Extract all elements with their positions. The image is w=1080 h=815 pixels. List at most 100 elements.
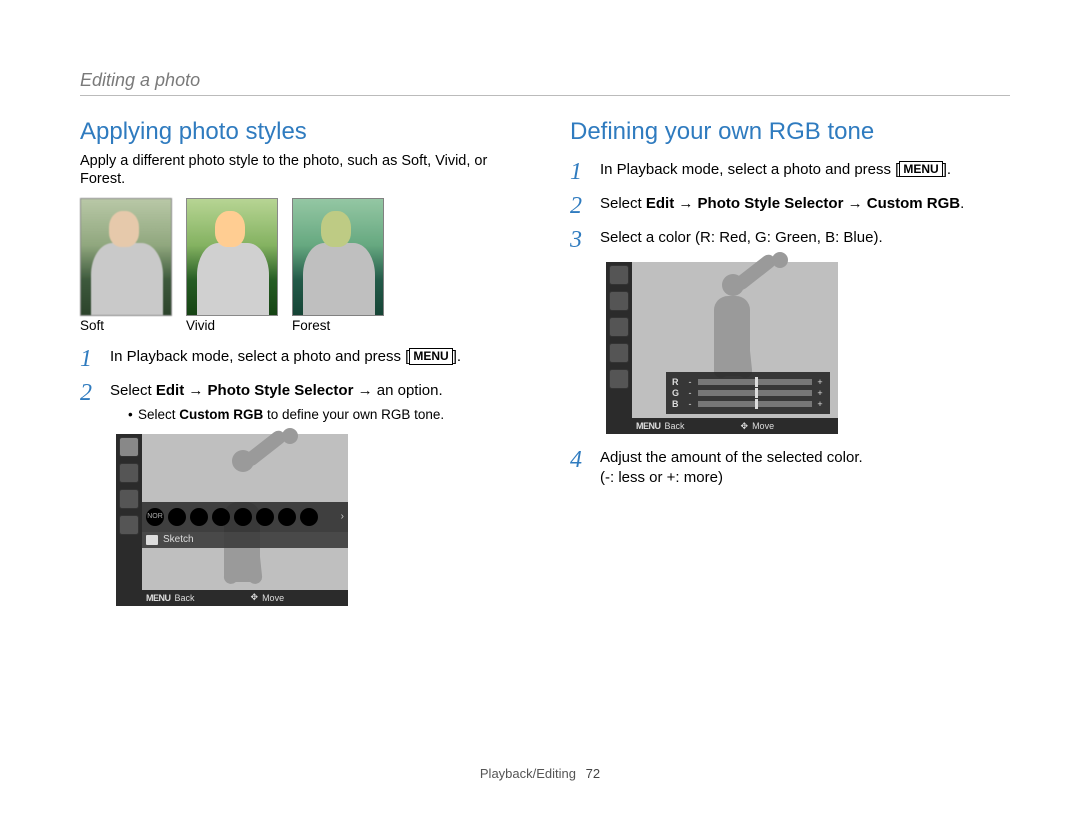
rgb-row-g: G - + [672,388,824,398]
style-chip-icon [234,508,252,526]
menu-label: MENU [636,421,661,431]
step-2: 2 Select Edit → Photo Style Selector → a… [80,381,520,423]
text: In Playback mode, select a photo and pre… [600,161,899,178]
intro-text: Apply a different photo style to the pho… [80,152,520,188]
style-chip-icon [278,508,296,526]
bold: Edit [156,382,184,399]
style-icon [609,317,629,337]
thumb-vivid: Vivid [186,198,278,333]
move-icon: ✥ [251,592,259,603]
selected-style-bar: Sketch [142,532,348,548]
right-column: Defining your own RGB tone 1 In Playback… [570,118,1010,606]
menu-button-icon: MENU [409,348,452,364]
thumb-image-soft [80,198,172,316]
text: (-: less or +: more) [600,469,723,486]
step-text: Select Edit → Photo Style Selector → an … [110,381,444,423]
move-label: Move [262,593,284,603]
bold: Photo Style Selector [698,195,844,212]
step-number: 3 [570,228,590,252]
heading-defining-rgb: Defining your own RGB tone [570,118,1010,146]
camera-sidebar [606,262,632,434]
style-icon [119,489,139,509]
rgb-panel: R - + G - + B - + [666,372,830,414]
step-number: 4 [570,448,590,472]
minus-icon: - [686,399,694,409]
manual-page: Editing a photo Applying photo styles Ap… [0,0,1080,815]
arrow-icon: → [674,195,697,212]
off-icon [609,369,629,389]
text: an option. [377,382,443,399]
style-chip-icon [212,508,230,526]
camera-footer: MENU Back ✥ Move [632,418,838,434]
selected-style-label: Sketch [163,534,194,545]
off-icon [119,515,139,535]
playback-icon [119,437,139,457]
style-chip-icon [256,508,274,526]
plus-icon: + [816,399,824,409]
plus-icon: + [816,388,824,398]
playback-icon [609,265,629,285]
rgb-row-r: R - + [672,377,824,387]
thumb-caption: Soft [80,318,172,333]
style-strip: NOR › [142,502,348,532]
minus-icon: - [686,377,694,387]
text: Select [600,195,646,212]
slider-bar [698,390,812,396]
thumb-caption: Vivid [186,318,278,333]
bold: Custom RGB [179,407,263,422]
style-chip-icon [300,508,318,526]
rgb-label-b: B [672,399,682,409]
minus-icon: - [686,388,694,398]
text: Select [138,407,179,422]
bold: Photo Style Selector [208,382,354,399]
left-column: Applying photo styles Apply a different … [80,118,520,606]
style-chip-icon [168,508,186,526]
style-chip-icon: NOR [146,508,164,526]
rgb-label-g: G [672,388,682,398]
camera-sidebar [116,434,142,606]
camera-ui-sketch: NOR › Sketch MENU Back ✥ [116,434,348,606]
back-label: Back [665,421,685,431]
left-steps: 1 In Playback mode, select a photo and p… [80,347,520,423]
text: Adjust the amount of the selected color. [600,449,863,466]
text: to define your own RGB tone. [263,407,444,422]
move-label: Move [752,421,774,431]
edit-icon [609,291,629,311]
heading-applying-photo-styles: Applying photo styles [80,118,520,146]
step-1: 1 In Playback mode, select a photo and p… [570,160,1010,184]
step-2: 2 Select Edit → Photo Style Selector → C… [570,194,1010,218]
step-1: 1 In Playback mode, select a photo and p… [80,347,520,371]
slider-bar [698,401,812,407]
footer-section: Playback/Editing [480,766,576,781]
step-text: Adjust the amount of the selected color.… [600,448,863,489]
step-text: Select Edit → Photo Style Selector → Cus… [600,194,964,214]
arrow-icon: → [843,195,866,212]
substep: Select Custom RGB to define your own RGB… [128,406,444,424]
thumb-soft: Soft [80,198,172,333]
footer-page-number: 72 [586,766,600,781]
text: ]. [453,348,461,365]
text: . [960,195,964,212]
camera-footer: MENU Back ✥ Move [142,590,348,606]
sketch-icon [146,535,158,545]
bold: Edit [646,195,674,212]
right-steps: 1 In Playback mode, select a photo and p… [570,160,1010,252]
step-3: 3 Select a color (R: Red, G: Green, B: B… [570,228,1010,252]
text: Select [110,382,156,399]
arrow-icon: → [184,382,207,399]
camera-ui-rgb: R - + G - + B - + [606,262,838,434]
rgb-label-r: R [672,377,682,387]
edit-icon [119,463,139,483]
menu-button-icon: MENU [899,161,942,177]
thumb-image-vivid [186,198,278,316]
silhouette-image [686,266,796,376]
rgb-row-b: B - + [672,399,824,409]
thumb-caption: Forest [292,318,384,333]
bold: Custom RGB [867,195,960,212]
plus-icon: + [816,377,824,387]
page-footer: Playback/Editing 72 [0,766,1080,781]
step-number: 1 [570,160,590,184]
back-label: Back [175,593,195,603]
step-4: 4 Adjust the amount of the selected colo… [570,448,1010,489]
text: In Playback mode, select a photo and pre… [110,348,409,365]
